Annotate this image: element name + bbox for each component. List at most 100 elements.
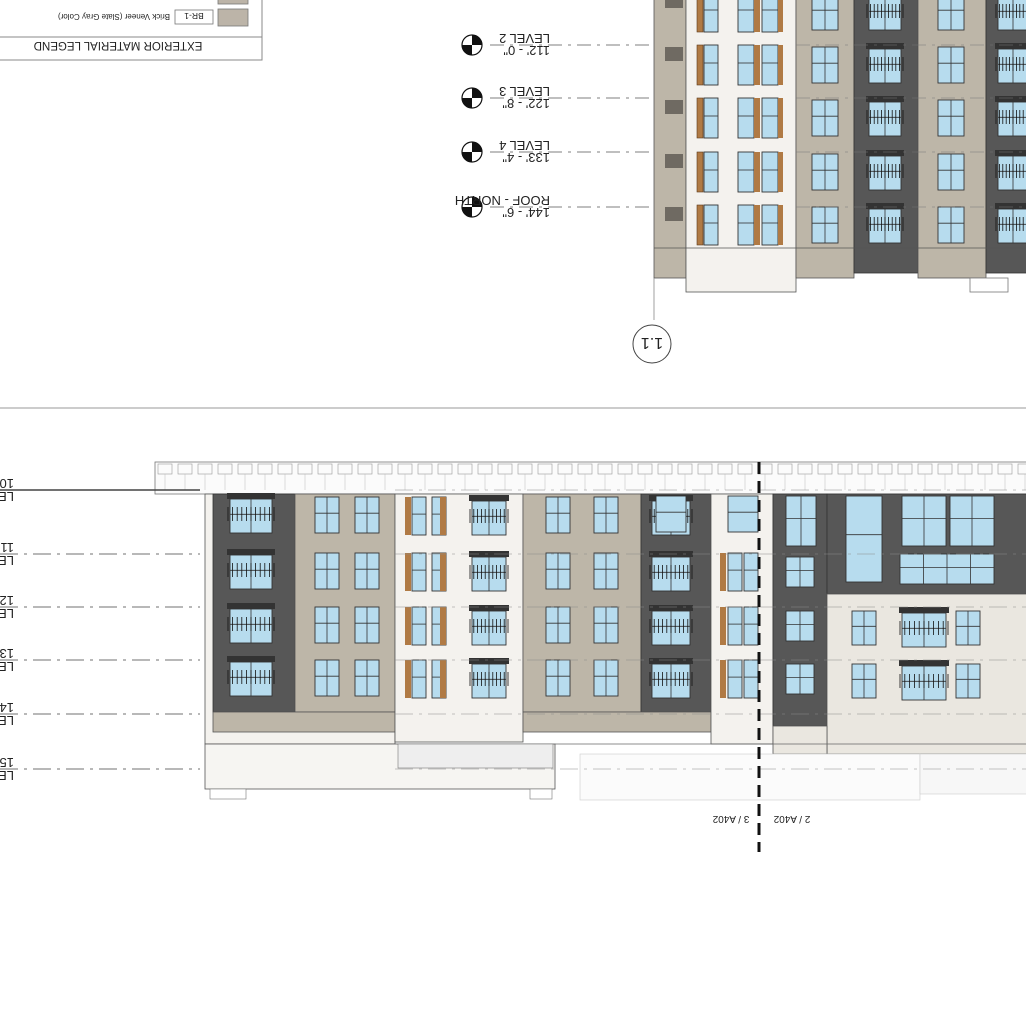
wood-shutter xyxy=(778,98,783,138)
window xyxy=(411,496,427,536)
wood-shutter xyxy=(696,97,704,139)
window xyxy=(743,659,759,699)
window xyxy=(737,44,755,86)
wood-shutter xyxy=(778,205,783,245)
awning xyxy=(649,658,693,664)
awning xyxy=(995,150,1026,156)
wood-shutter xyxy=(696,151,704,193)
wood-shutter xyxy=(754,0,760,32)
window xyxy=(655,495,687,533)
legend-item-code: BR-1 xyxy=(184,11,204,21)
window xyxy=(411,552,427,592)
awning xyxy=(227,493,275,499)
window xyxy=(703,0,719,33)
level-digits-cropped: 13 xyxy=(0,646,14,661)
match-line-left-ref: 3 / A402 xyxy=(712,813,749,824)
window xyxy=(761,0,779,33)
wood-shutter xyxy=(696,44,704,86)
elevation-drawing-sheet: EXTERIOR MATERIAL LEGEND BR-1 Brick Vene… xyxy=(0,0,1026,1024)
wood-shutter xyxy=(405,607,411,645)
wood-shutter xyxy=(754,98,760,138)
top-elevation-building xyxy=(653,0,1026,320)
level-digits-cropped: 12 xyxy=(0,593,14,608)
awning xyxy=(469,605,509,611)
awning xyxy=(995,96,1026,102)
roof-cornice xyxy=(154,461,1026,495)
window xyxy=(727,606,743,646)
wood-shutter xyxy=(754,205,760,245)
level-elevation: 144' - 6" xyxy=(502,205,550,220)
wood-shutter xyxy=(778,152,783,192)
awning xyxy=(649,605,693,611)
level-digits-cropped: 15 xyxy=(0,755,14,770)
wood-shutter xyxy=(778,0,783,32)
wood-shutter xyxy=(440,497,446,535)
wood-shutter xyxy=(440,553,446,591)
level-elevation: 133' - 4" xyxy=(502,150,550,165)
wood-shutter xyxy=(754,152,760,192)
window xyxy=(743,552,759,592)
wood-shutter xyxy=(405,497,411,535)
window xyxy=(703,151,719,193)
awning xyxy=(469,495,509,501)
window xyxy=(997,0,1026,31)
window xyxy=(727,552,743,592)
awning xyxy=(899,660,949,666)
window xyxy=(703,97,719,139)
window xyxy=(761,44,779,86)
window xyxy=(727,495,759,533)
level-digits-cropped: 10 xyxy=(0,476,14,491)
gridline-bubble: 1.1 xyxy=(632,324,672,364)
awning xyxy=(227,656,275,662)
awning xyxy=(866,150,904,156)
wood-shutter xyxy=(696,204,704,246)
tan-bay-left xyxy=(294,493,396,713)
window xyxy=(997,101,1026,137)
level-elevation: 112' - 0" xyxy=(503,43,550,58)
awning xyxy=(995,43,1026,49)
awning xyxy=(866,43,904,49)
window xyxy=(737,151,755,193)
window xyxy=(411,659,427,699)
window xyxy=(411,606,427,646)
awning xyxy=(227,603,275,609)
window xyxy=(737,97,755,139)
window xyxy=(761,151,779,193)
wood-shutter xyxy=(720,553,726,591)
window xyxy=(737,204,755,246)
drawing-canvas: EXTERIOR MATERIAL LEGEND BR-1 Brick Vene… xyxy=(0,0,1026,852)
wood-shutter xyxy=(405,553,411,591)
awning xyxy=(995,203,1026,209)
awning xyxy=(469,658,509,664)
wood-shutter xyxy=(440,607,446,645)
level-digits-cropped: 14 xyxy=(0,700,14,715)
wood-shutter xyxy=(405,660,411,698)
window xyxy=(997,208,1026,244)
awning xyxy=(899,607,949,613)
window xyxy=(737,0,755,33)
awning xyxy=(227,549,275,555)
level-digits-cropped: 11 xyxy=(1,540,15,555)
window xyxy=(845,495,883,583)
level-elevation: 122' - 8" xyxy=(502,96,550,111)
window xyxy=(997,48,1026,84)
window xyxy=(703,44,719,86)
wood-shutter xyxy=(696,0,704,33)
window xyxy=(761,97,779,139)
window xyxy=(743,606,759,646)
window xyxy=(727,659,743,699)
match-line-right-ref: 2 / A402 xyxy=(773,813,810,824)
legend-title: EXTERIOR MATERIAL LEGEND xyxy=(34,39,203,51)
wood-shutter xyxy=(440,660,446,698)
legend-item-description: Brick Veneer (Slate Gray Color) xyxy=(58,12,170,21)
window xyxy=(761,204,779,246)
wood-shutter xyxy=(778,45,783,85)
gridline-bubble-label: 1.1 xyxy=(641,334,663,351)
awning xyxy=(866,203,904,209)
bottom-elevation-building xyxy=(154,461,1026,801)
wood-shutter xyxy=(720,660,726,698)
window xyxy=(703,204,719,246)
awning xyxy=(866,96,904,102)
window xyxy=(997,155,1026,191)
wood-shutter xyxy=(720,607,726,645)
